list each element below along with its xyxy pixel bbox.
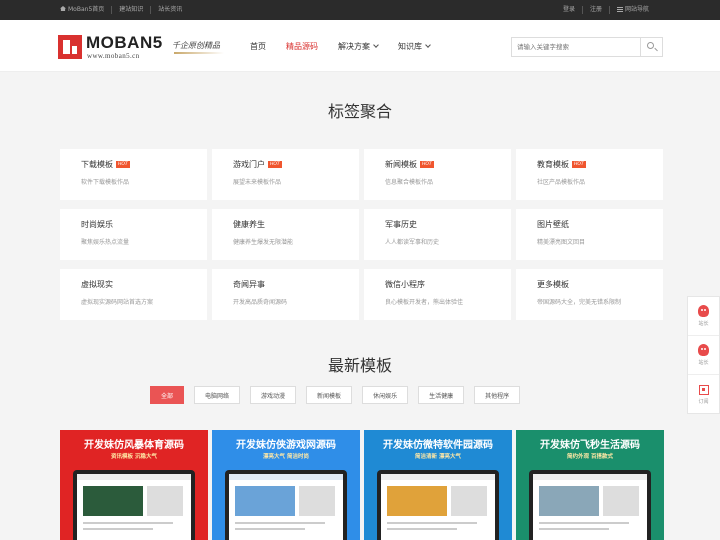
tab-computer-network[interactable]: 电脑网络 (194, 386, 241, 404)
tab-games-anime[interactable]: 游戏动漫 (250, 386, 297, 404)
tab-news-templates[interactable]: 新闻模板 (306, 386, 353, 404)
register-link[interactable]: 注册 (581, 6, 609, 14)
search-input[interactable] (512, 38, 640, 56)
category-tabs: 全部 电脑网络 游戏动漫 新闻模板 休闲娱乐 生活健康 其他程序 (150, 386, 521, 404)
tab-other-programs[interactable]: 其他程序 (474, 386, 521, 404)
home-icon (60, 6, 66, 11)
template-preview (73, 470, 195, 540)
tab-leisure[interactable]: 休闲娱乐 (362, 386, 409, 404)
hot-badge: HOT (420, 161, 434, 168)
hot-badge: HOT (268, 161, 282, 168)
tag-card[interactable]: 微信小程序 良心模板开发者，熊出体验佳 (364, 269, 511, 320)
slogan: 千企原创精品 (172, 41, 220, 50)
tag-card[interactable]: 教育模板 HOT 社区产品模板作品 (516, 149, 663, 200)
qq-contact-1[interactable]: 站长 (688, 297, 719, 336)
topbar-link-news[interactable]: 站长资讯 (150, 6, 189, 14)
tag-card[interactable]: 新闻模板 HOT 信息聚合模板作品 (364, 149, 511, 200)
nav-knowledge[interactable]: 知识库 (398, 41, 431, 52)
tag-card[interactable]: 军事历史 人人都读军事和历史 (364, 209, 511, 260)
template-card[interactable]: 开发妹仿侠游戏网源码 漂亮大气 简洁时尚 (212, 430, 360, 540)
tag-card[interactable]: 时尚娱乐 聚焦娱乐热点流量 (60, 209, 207, 260)
site-logo[interactable]: MOBAN5 www.moban5.cn (58, 33, 162, 61)
qr-code-icon (698, 384, 709, 395)
tab-life-health[interactable]: 生活健康 (418, 386, 465, 404)
template-preview (377, 470, 499, 540)
qq-icon (698, 305, 709, 317)
tag-card[interactable]: 虚拟现实 虚拟现实源码网站首选方案 (60, 269, 207, 320)
tag-grid: 下载模板 HOT 软件下载模板作品 游戏门户 HOT 展望未来模板作品 新闻模板 HOT 信… (60, 149, 663, 320)
menu-icon (616, 7, 623, 12)
tag-card[interactable]: 奇闻异事 开发高品质奇闻源码 (212, 269, 359, 320)
tag-card[interactable]: 健康养生 健康养生爆发无限潜能 (212, 209, 359, 260)
template-card[interactable]: 开发妹仿风暴体育源码 资讯模板 沉稳大气 (60, 430, 208, 540)
logo-text: MOBAN5 (86, 33, 163, 52)
chevron-down-icon (373, 42, 379, 48)
latest-section-title: 最新模板 (327, 356, 392, 375)
login-link[interactable]: 登录 (556, 6, 582, 14)
template-preview (225, 470, 347, 540)
nav-home[interactable]: 首页 (250, 41, 266, 52)
template-card[interactable]: 开发妹仿微特软件园源码 简洁清新 漂亮大气 (364, 430, 512, 540)
logo-mark (58, 35, 82, 59)
template-card[interactable]: 开发妹仿飞秒生活源码 简约外观 百搭款式 (516, 430, 664, 540)
tag-card[interactable]: 更多模板 帝国源码大全，完美无错系限制 (516, 269, 663, 320)
site-nav-link[interactable]: 网站导航 (608, 6, 656, 14)
main-nav: 首页 精品源码 解决方案 知识库 (250, 41, 450, 52)
nav-premium-source[interactable]: 精品源码 (286, 41, 318, 52)
qq-icon (698, 344, 709, 356)
hot-badge: HOT (116, 161, 130, 168)
chevron-down-icon (425, 42, 431, 48)
top-bar: MoBan5首页 建站知识 站长资讯 登录 注册 网站导航 (0, 0, 720, 20)
tag-card[interactable]: 下载模板 HOT 软件下载模板作品 (60, 149, 207, 200)
tags-section-title: 标签聚合 (327, 102, 392, 121)
tab-all[interactable]: 全部 (150, 386, 185, 404)
nav-solutions[interactable]: 解决方案 (338, 41, 379, 52)
topbar-right-links: 登录 注册 网站导航 (556, 6, 656, 14)
hot-badge: HOT (572, 161, 586, 168)
logo-url: www.moban5.cn (87, 52, 140, 60)
tag-card[interactable]: 图片壁纸 精美漂亮图文回目 (516, 209, 663, 260)
topbar-link-knowledge[interactable]: 建站知识 (111, 6, 150, 14)
template-cards: 开发妹仿风暴体育源码 资讯模板 沉稳大气 开发妹仿侠游戏网源码 漂亮大气 简洁时… (60, 430, 664, 540)
site-header: MOBAN5 www.moban5.cn 千企原创精品 首页 精品源码 解决方案… (0, 20, 720, 72)
search-box (511, 37, 663, 57)
floating-sidebar: 站长 站长 订阅 (687, 296, 720, 414)
qq-contact-2[interactable]: 站长 (688, 336, 719, 375)
template-preview (529, 470, 651, 540)
search-button[interactable] (640, 38, 662, 56)
topbar-link-home[interactable]: MoBan5首页 (60, 6, 111, 14)
slogan-underline (174, 52, 224, 54)
tag-card[interactable]: 游戏门户 HOT 展望未来模板作品 (212, 149, 359, 200)
subscribe-button[interactable]: 订阅 (688, 375, 719, 414)
topbar-left-links: MoBan5首页 建站知识 站长资讯 (60, 6, 189, 14)
